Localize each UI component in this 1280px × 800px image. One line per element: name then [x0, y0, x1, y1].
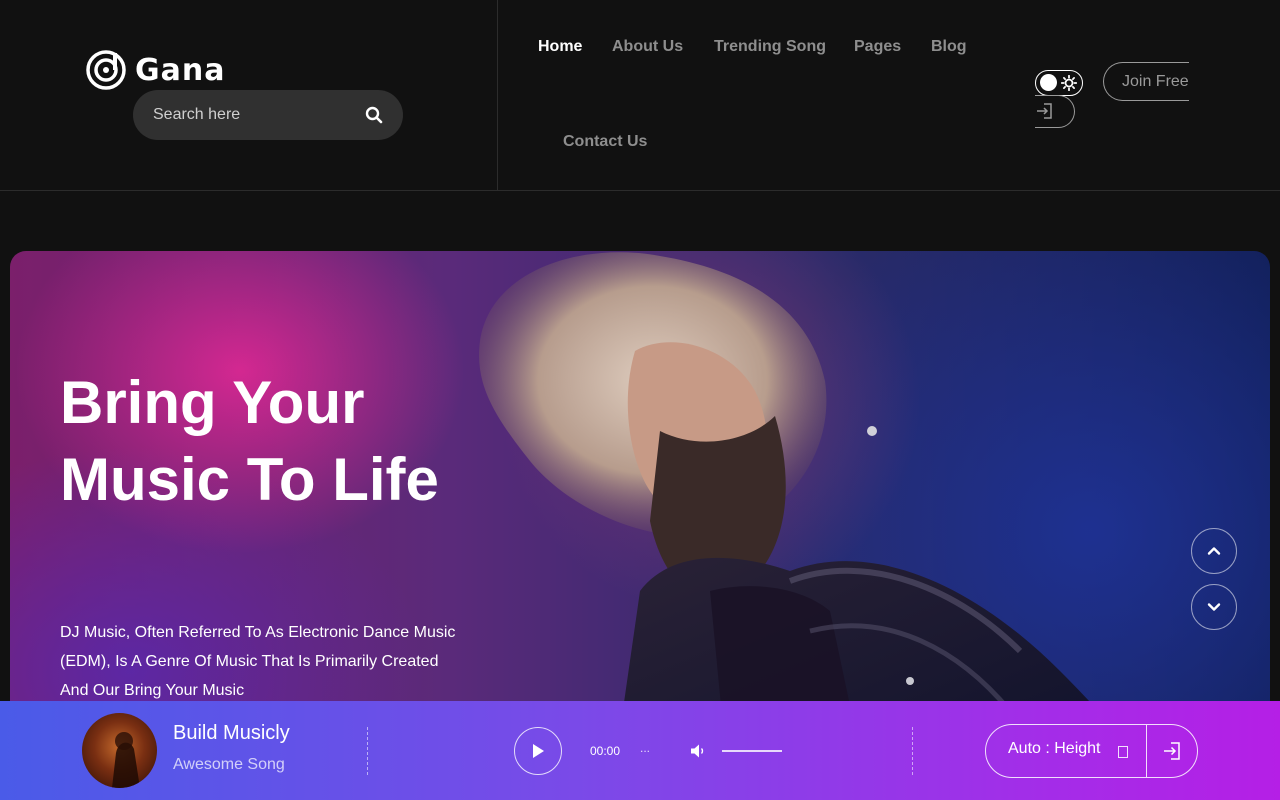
logo[interactable]: Gana	[85, 49, 225, 91]
nav-item-blog[interactable]: Blog	[931, 38, 967, 56]
volume-icon[interactable]	[689, 742, 707, 760]
current-time: 00:00	[590, 744, 621, 758]
header-divider	[497, 0, 498, 190]
nav-item-pages[interactable]: Pages	[854, 38, 901, 56]
theme-toggle[interactable]	[1035, 70, 1083, 96]
nav-item-contact-us[interactable]: Contact Us	[563, 133, 647, 151]
progress-dots[interactable]: ...	[640, 741, 650, 755]
join-free-button[interactable]: Join Free	[1103, 62, 1189, 101]
auto-height-control[interactable]: Auto : Height	[985, 724, 1198, 778]
login-icon	[1037, 103, 1052, 119]
play-icon	[533, 744, 544, 758]
song-artist: Awesome Song	[173, 756, 285, 773]
chevron-up-icon	[1207, 547, 1221, 555]
control-separator	[1146, 725, 1147, 777]
nav-item-home[interactable]: Home	[538, 38, 582, 56]
logo-text: Gana	[135, 52, 226, 88]
logo-disc-icon	[86, 50, 126, 90]
join-free-label: Join Free	[1122, 72, 1189, 90]
nav-item-trending-song[interactable]: Trending Song	[714, 38, 826, 56]
sun-icon	[1061, 75, 1077, 91]
volume-slider[interactable]	[722, 750, 782, 752]
slide-down-button[interactable]	[1191, 584, 1237, 630]
search-box[interactable]	[133, 90, 403, 140]
music-player-bar: Build Musicly Awesome Song 00:00 ... Aut…	[0, 701, 1280, 800]
search-input[interactable]	[153, 106, 365, 124]
login-icon[interactable]	[1162, 741, 1182, 761]
chevron-down-icon	[1207, 603, 1221, 611]
song-title: Build Musicly	[173, 722, 290, 744]
site-header: Gana Home About Us Trending Song Pages B…	[0, 0, 1280, 191]
search-icon[interactable]	[365, 106, 383, 124]
album-figure	[112, 732, 140, 788]
toggle-knob	[1040, 74, 1057, 91]
checkbox-icon[interactable]	[1118, 746, 1128, 758]
login-button[interactable]	[1035, 95, 1075, 128]
player-divider	[367, 727, 368, 775]
album-art	[82, 713, 157, 788]
nav-item-about-us[interactable]: About Us	[612, 38, 683, 56]
hero-title: Bring Your Music To Life	[60, 369, 439, 513]
player-divider	[912, 727, 913, 775]
play-button[interactable]	[514, 727, 562, 775]
auto-height-label: Auto : Height	[1008, 740, 1101, 757]
slide-up-button[interactable]	[1191, 528, 1237, 574]
hero-description: DJ Music, Often Referred To As Electroni…	[60, 624, 456, 699]
